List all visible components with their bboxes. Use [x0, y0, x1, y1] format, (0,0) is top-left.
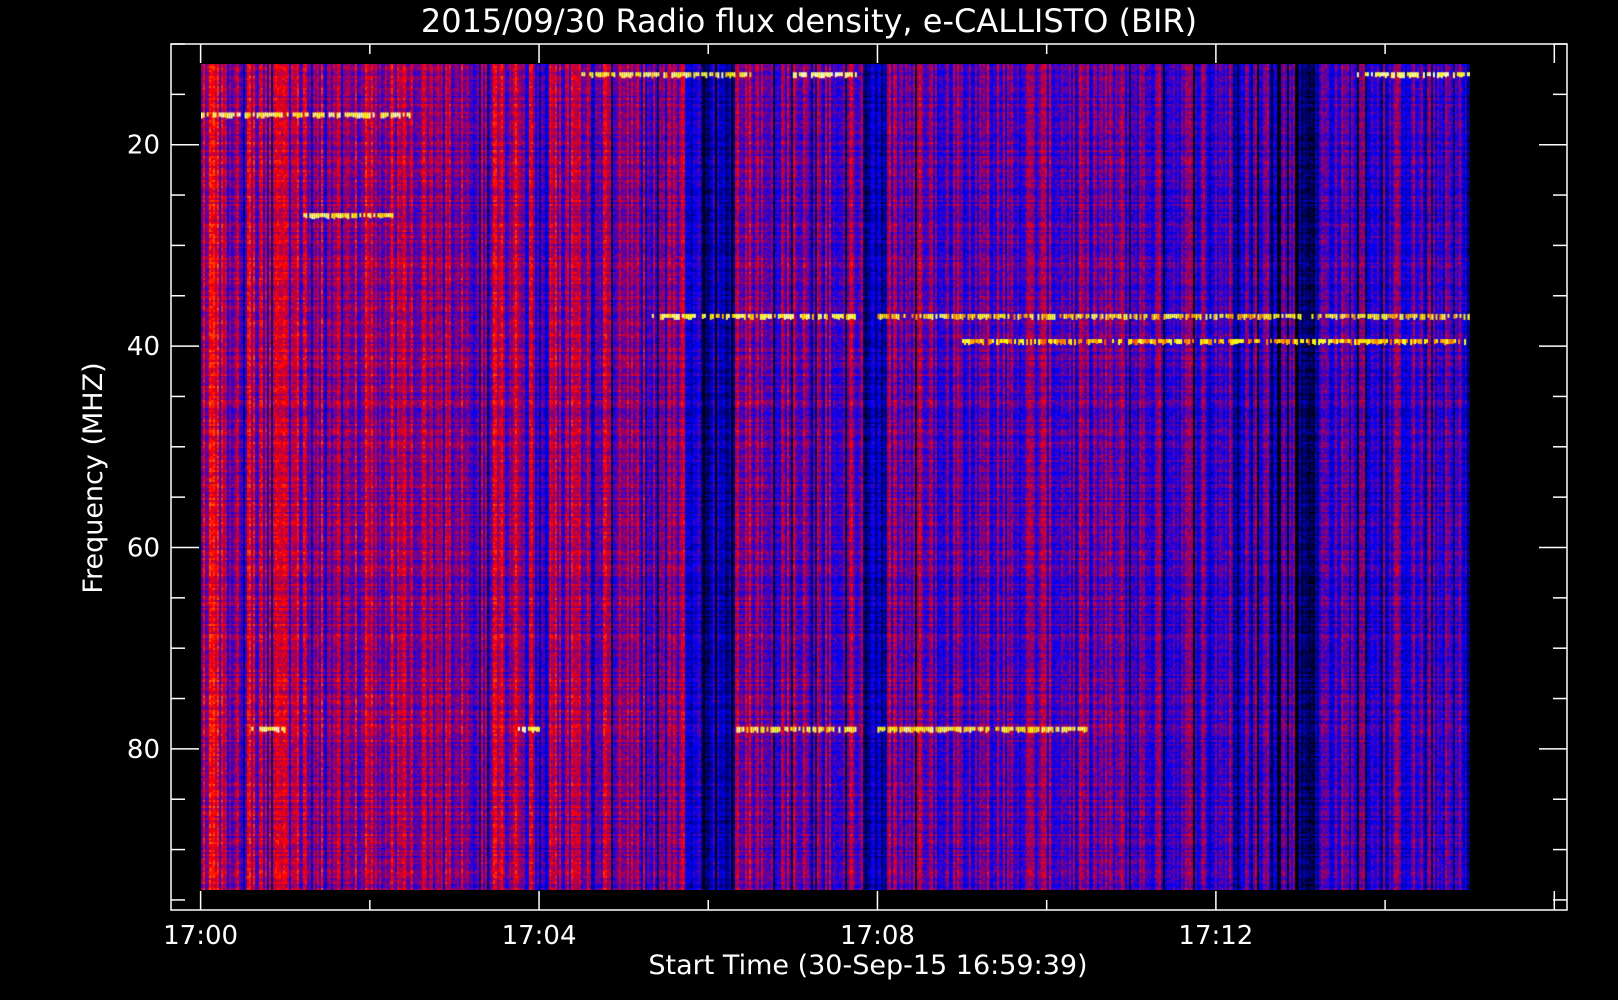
x-tick-label: 17:04 — [502, 921, 577, 951]
y-tick-label: 20 — [127, 131, 160, 161]
chart-title: 2015/09/30 Radio flux density, e-CALLIST… — [421, 2, 1197, 40]
y-tick-label: 80 — [127, 735, 160, 765]
heatmap-raster — [201, 64, 1470, 890]
spectrogram-chart: 2015/09/30 Radio flux density, e-CALLIST… — [0, 0, 1618, 1000]
y-tick-label: 60 — [127, 533, 160, 563]
x-tick-label: 17:12 — [1178, 921, 1253, 951]
y-axis-label: Frequency (MHZ) — [78, 362, 109, 593]
x-axis-label: Start Time (30-Sep-15 16:59:39) — [648, 950, 1087, 981]
x-tick-label: 17:08 — [840, 921, 915, 951]
y-tick-label: 40 — [127, 332, 160, 362]
x-tick-label: 17:00 — [163, 921, 238, 951]
spectrogram-heatmap — [201, 64, 1470, 890]
